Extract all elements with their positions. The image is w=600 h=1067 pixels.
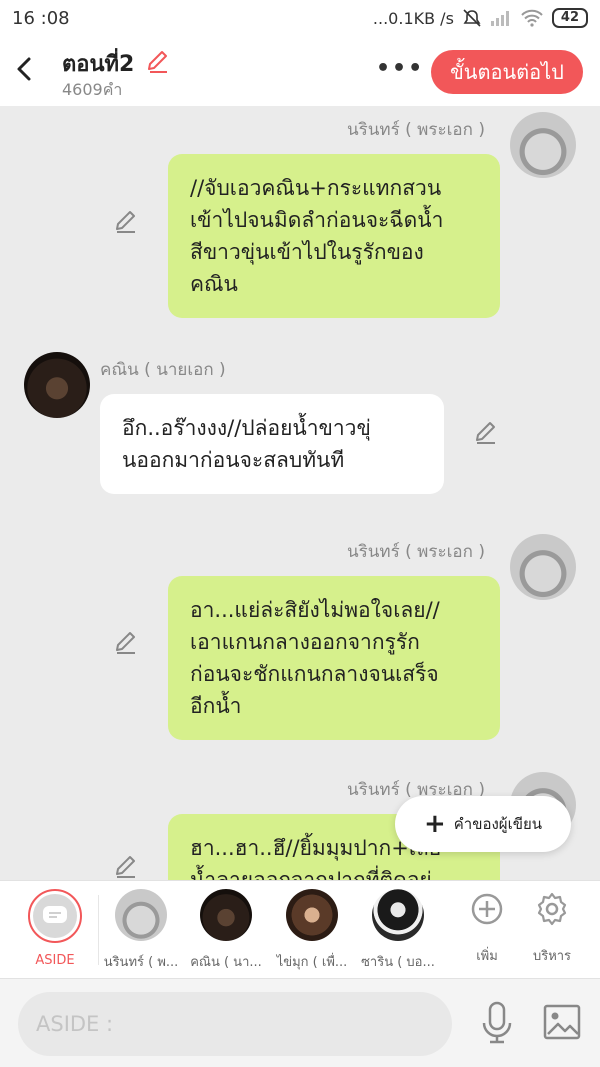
character-bar: ASIDE นรินทร์ ( พ... คณิน ( นา... ไข่มุก…	[0, 880, 600, 978]
character-label: คณิน ( นา...	[190, 955, 262, 970]
aside-input[interactable]	[18, 992, 452, 1056]
character-label: ซาริน ( บอ...	[361, 955, 435, 970]
next-step-button[interactable]: ขั้นตอนต่อไป	[431, 50, 583, 94]
manage-button[interactable]: บริหาร	[510, 889, 594, 966]
character-aside[interactable]: ASIDE	[13, 889, 97, 968]
status-bar: 16 :08 ...0.1KB /s 42	[0, 0, 600, 38]
wifi-icon	[521, 9, 543, 27]
message-sender: คณิน ( นายเอก )	[100, 360, 226, 380]
avatar	[286, 889, 338, 941]
message-line: สีขาวขุ่นเข้าไปในรูรักของ	[190, 240, 424, 264]
chat-bubble-icon	[43, 906, 67, 923]
status-indicators: ...0.1KB /s 42	[373, 8, 588, 28]
top-header: ตอนที่2 4609คำ ••• ขั้นตอนต่อไป	[0, 38, 600, 106]
aside-avatar	[28, 889, 82, 943]
manage-label: บริหาร	[532, 949, 572, 964]
author-note-label: คำของผู้เขียน	[453, 815, 543, 833]
more-options-icon[interactable]: •••	[376, 56, 424, 81]
character-kanin[interactable]: คณิน ( นา...	[184, 889, 268, 972]
edit-message-pencil-icon[interactable]	[113, 630, 139, 656]
back-arrow-icon[interactable]	[12, 54, 36, 84]
character-label: นรินทร์ ( พ...	[103, 955, 179, 970]
message-bubble[interactable]: //จับเอวคณิน+กระแทกสวน เข้าไปจนมิดลำก่อน…	[168, 154, 500, 318]
edit-message-pencil-icon[interactable]	[113, 854, 139, 880]
message-bubble[interactable]: อา...แย่ล่ะสิยังไม่พอใจเลย// เอาแกนกลางอ…	[168, 576, 500, 740]
mute-icon	[463, 9, 481, 27]
plus-icon: +	[423, 809, 446, 839]
message-line: น้ำลายออกจากปากที่ติดอยู่	[190, 868, 432, 880]
message-line: อา...แย่ล่ะสิยังไม่พอใจเลย//	[190, 598, 440, 622]
message-sender: นรินทร์ ( พระเอก )	[347, 542, 485, 562]
edit-message-pencil-icon[interactable]	[113, 209, 139, 235]
avatar	[200, 889, 252, 941]
avatar	[372, 889, 424, 941]
character-label: ASIDE	[35, 953, 75, 968]
microphone-icon[interactable]	[481, 1001, 513, 1045]
message-line: เข้าไปจนมิดลำก่อนจะฉีดน้ำ	[190, 208, 444, 232]
message-line: ก่อนจะชักแกนกลางจนเสร็จ	[190, 662, 439, 686]
message-bubble[interactable]: อึก..อร๊างงง//ปล่อยน้ำขาวขุ่ นออกมาก่อนจ…	[100, 394, 444, 494]
word-count: 4609คำ	[62, 80, 123, 99]
author-note-button[interactable]: + คำของผู้เขียน	[395, 796, 571, 852]
message-line: อีกน้ำ	[190, 694, 242, 718]
avatar	[115, 889, 167, 941]
message-line: อึก..อร๊างงง//ปล่อยน้ำขาวขุ่	[122, 416, 371, 440]
edit-message-pencil-icon[interactable]	[473, 420, 499, 446]
signal-icon	[490, 11, 509, 26]
network-speed: ...0.1KB /s	[372, 8, 454, 28]
chat-area[interactable]: นรินทร์ ( พระเอก ) //จับเอวคณิน+กระแทกสว…	[0, 106, 600, 880]
avatar-narin[interactable]	[510, 112, 576, 178]
chapter-title: ตอนที่2	[62, 52, 135, 77]
input-bar	[0, 978, 600, 1067]
avatar-kanin[interactable]	[24, 352, 90, 418]
status-time: 16 :08	[12, 8, 70, 29]
message-line: เอาแกนกลางออกจากรูรัก	[190, 630, 420, 654]
message-sender: นรินทร์ ( พระเอก )	[347, 120, 485, 140]
character-sarin[interactable]: ซาริน ( บอ...	[356, 889, 440, 972]
avatar-narin[interactable]	[510, 534, 576, 600]
image-icon[interactable]	[543, 1004, 581, 1040]
character-label: ไข่มุก ( เพื่...	[276, 955, 348, 970]
message-line: //จับเอวคณิน+กระแทกสวน	[190, 176, 442, 200]
message-line: นออกมาก่อนจะสลบทันที	[122, 448, 345, 472]
add-circle-icon	[471, 893, 503, 925]
message-line: คณิน	[190, 272, 238, 296]
character-narin[interactable]: นรินทร์ ( พ...	[99, 889, 183, 972]
character-khaimuk[interactable]: ไข่มุก ( เพื่...	[270, 889, 354, 972]
gear-icon	[537, 892, 567, 926]
battery-indicator: 42	[551, 8, 588, 28]
edit-title-pencil-icon[interactable]	[145, 49, 171, 75]
